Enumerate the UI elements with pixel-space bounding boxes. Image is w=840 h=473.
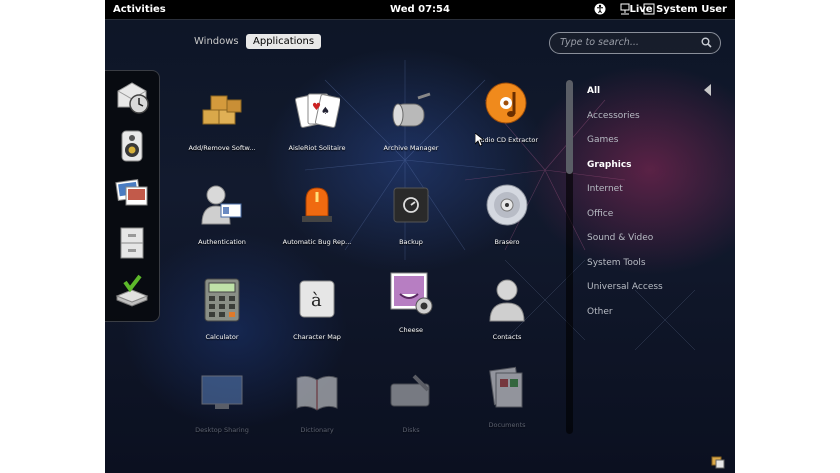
svg-text:à: à (311, 290, 322, 311)
category-system-tools[interactable]: System Tools (587, 258, 646, 268)
install-to-disk-icon[interactable] (114, 272, 150, 308)
disc-icon (486, 184, 528, 226)
category-graphics[interactable]: Graphics (587, 160, 632, 170)
category-other[interactable]: Other (587, 307, 613, 317)
scrollbar-thumb[interactable] (566, 80, 573, 174)
documents-icon (489, 366, 523, 408)
boxes-icon (202, 95, 242, 125)
character-key-icon: à (299, 280, 335, 318)
app-label: Dictionary (300, 426, 334, 434)
category-internet[interactable]: Internet (587, 184, 623, 194)
accessibility-icon[interactable] (594, 3, 606, 15)
app-label: Brasero (494, 238, 520, 246)
category-all[interactable]: All (587, 86, 600, 96)
search-icon (701, 37, 712, 48)
app-label: Automatic Bug Rep... (282, 238, 352, 246)
playing-cards-icon: ♥ ♠ (294, 93, 340, 128)
monitor-icon (201, 375, 243, 409)
app-label: Desktop Sharing (195, 426, 249, 434)
app-label: Documents (488, 421, 526, 429)
dash-favorites (105, 70, 160, 322)
app-label: Disks (402, 426, 420, 434)
app-grid-scrollbar[interactable] (566, 80, 573, 434)
tab-windows[interactable]: Windows (190, 34, 243, 49)
app-label: Authentication (198, 238, 246, 246)
disk-tool-icon (390, 374, 430, 407)
orange-cd-icon (485, 82, 527, 124)
user-menu[interactable]: Live System User (629, 0, 727, 19)
message-tray-icon[interactable] (711, 456, 725, 469)
svg-text:♥: ♥ (312, 102, 321, 113)
app-label: Add/Remove Softw... (188, 144, 256, 152)
category-office[interactable]: Office (587, 209, 613, 219)
app-label: Archive Manager (383, 144, 439, 152)
search-placeholder: Type to search... (560, 37, 639, 48)
top-bar-divider (105, 19, 735, 20)
app-label: Calculator (205, 333, 239, 341)
archive-roller-icon (392, 92, 431, 127)
svg-text:♠: ♠ (321, 106, 330, 117)
top-bar: Activities Wed 07:54 Live System User (105, 0, 735, 19)
book-icon (296, 375, 338, 411)
calculator-icon (204, 278, 240, 322)
mouse-pointer-icon (475, 133, 485, 147)
file-cabinet-icon[interactable] (114, 225, 150, 261)
app-label: AisleRiot Solitaire (288, 144, 346, 152)
contact-person-icon (489, 279, 525, 322)
speaker-icon[interactable] (114, 128, 150, 164)
alarm-light-icon (302, 187, 332, 222)
tab-applications[interactable]: Applications (246, 34, 322, 49)
user-badge-icon (201, 185, 242, 225)
app-label: Cheese (398, 326, 424, 334)
category-games[interactable]: Games (587, 135, 618, 145)
selected-category-indicator (704, 84, 711, 96)
desktop-screen: Activities Wed 07:54 Live System User Wi… (105, 0, 735, 473)
mail-clock-icon[interactable] (114, 79, 150, 115)
webcam-photo-icon (390, 272, 433, 315)
search-input[interactable]: Type to search... (549, 32, 721, 54)
category-sound-video[interactable]: Sound & Video (587, 233, 653, 243)
category-universal-access[interactable]: Universal Access (587, 282, 663, 292)
photos-icon[interactable] (114, 175, 150, 211)
app-label: Backup (399, 238, 423, 246)
app-label: Character Map (293, 333, 341, 341)
category-accessories[interactable]: Accessories (587, 111, 640, 121)
app-label: Contacts (492, 333, 522, 341)
safe-icon (393, 187, 429, 223)
